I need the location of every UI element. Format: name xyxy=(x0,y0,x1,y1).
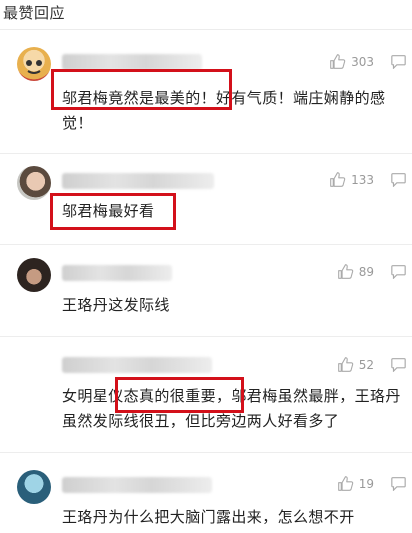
blurred-username[interactable] xyxy=(62,173,214,189)
blurred-username[interactable] xyxy=(62,477,212,493)
comment-text: 王珞丹为什么把大脑门露出来，怎么想不开 xyxy=(62,508,355,526)
user-avatar[interactable] xyxy=(17,166,51,200)
like-button[interactable]: 89 xyxy=(337,263,374,280)
like-button[interactable]: 133 xyxy=(329,171,374,188)
thumbs-up-icon xyxy=(330,54,346,69)
blurred-username[interactable] xyxy=(62,265,172,281)
user-avatar[interactable] xyxy=(17,258,51,292)
thumbs-up-icon xyxy=(337,357,353,372)
thumbs-up-icon xyxy=(330,172,346,187)
like-count: 52 xyxy=(358,357,374,372)
like-count: 19 xyxy=(358,476,374,491)
like-button[interactable]: 19 xyxy=(337,475,374,492)
user-avatar[interactable] xyxy=(17,47,51,81)
highlight-box xyxy=(115,377,244,413)
blurred-username[interactable] xyxy=(62,357,212,373)
thumbs-up-icon xyxy=(337,264,353,279)
comment-divider xyxy=(0,153,412,154)
like-button[interactable]: 52 xyxy=(337,356,374,373)
header-divider xyxy=(0,29,412,30)
comment-text: 王珞丹这发际线 xyxy=(62,296,170,314)
like-button[interactable]: 303 xyxy=(329,53,374,70)
reply-icon[interactable] xyxy=(390,172,407,187)
like-count: 303 xyxy=(351,54,374,69)
reply-icon[interactable] xyxy=(390,357,407,372)
user-avatar[interactable] xyxy=(17,470,51,504)
comment-divider xyxy=(0,336,412,337)
comment-divider xyxy=(0,452,412,453)
reply-icon[interactable] xyxy=(390,264,407,279)
thumbs-up-icon xyxy=(337,476,353,491)
highlight-box xyxy=(51,69,232,110)
like-count: 89 xyxy=(358,264,374,279)
blurred-username[interactable] xyxy=(62,54,202,70)
reply-icon[interactable] xyxy=(390,476,407,491)
highlight-box xyxy=(50,193,176,230)
like-count: 133 xyxy=(351,172,374,187)
section-header: 最赞回应 xyxy=(0,0,412,30)
section-title: 最赞回应 xyxy=(3,4,66,22)
reply-icon[interactable] xyxy=(390,54,407,69)
comment-divider xyxy=(0,244,412,245)
